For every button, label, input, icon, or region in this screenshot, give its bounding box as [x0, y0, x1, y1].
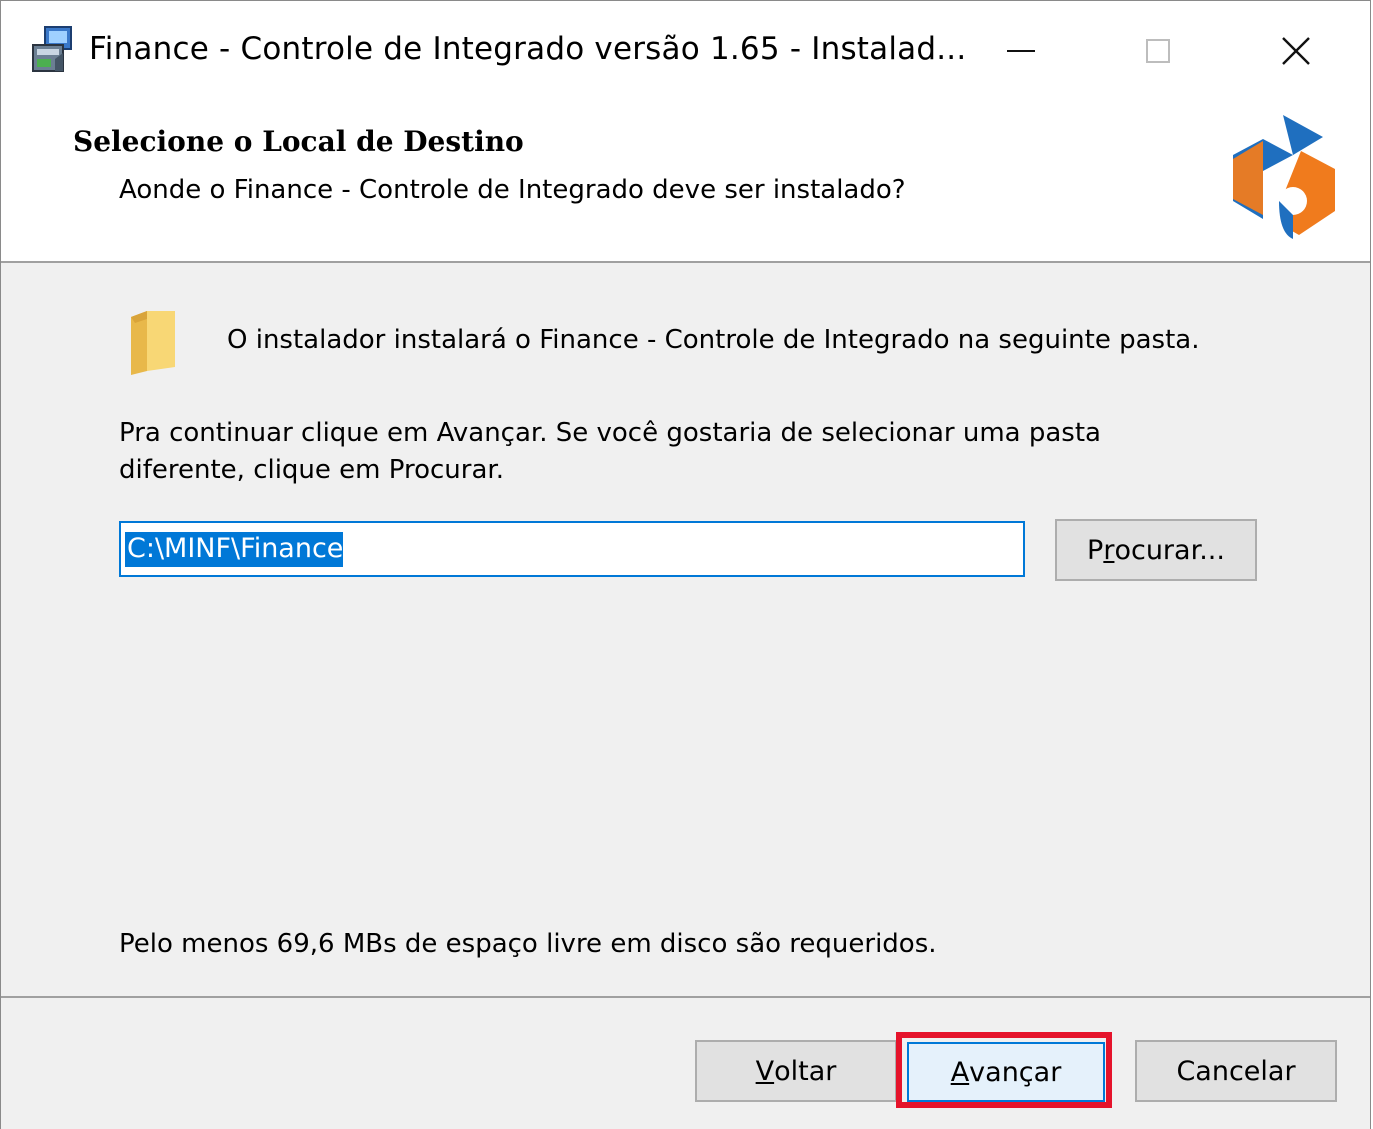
next-button-highlight	[896, 1032, 1112, 1108]
cancel-button[interactable]: Cancelar	[1135, 1040, 1337, 1102]
browse-label-accel: r	[1103, 534, 1115, 566]
wizard-header: Selecione o Local de Destino Aonde o Fin…	[1, 101, 1370, 263]
window-title: Finance - Controle de Integrado versão 1…	[89, 31, 967, 67]
browse-label-post: ocurar...	[1114, 534, 1225, 566]
back-label: oltar	[774, 1055, 837, 1087]
instruction-text: Pra continuar clique em Avançar. Se você…	[119, 418, 1101, 485]
minimize-icon	[1007, 50, 1035, 52]
title-bar[interactable]: Finance - Controle de Integrado versão 1…	[1, 1, 1370, 101]
browse-button[interactable]: Pr ocurar...	[1055, 519, 1257, 581]
back-label-accel: V	[755, 1055, 775, 1087]
maximize-icon	[1146, 39, 1170, 63]
installer-window: Finance - Controle de Integrado versão 1…	[0, 0, 1371, 1129]
close-icon	[1282, 37, 1310, 65]
page-title: Selecione o Local de Destino	[73, 125, 524, 158]
intro-text: O instalador instalará o Finance - Contr…	[227, 325, 1200, 355]
disk-space-text: Pelo menos 69,6 MBs de espaço livre em d…	[119, 929, 937, 959]
installer-icon	[32, 26, 72, 72]
back-button[interactable]: Voltar	[695, 1040, 897, 1102]
close-button[interactable]	[1261, 19, 1331, 83]
browse-label-pre: P	[1087, 534, 1104, 566]
page-subtitle: Aonde o Finance - Controle de Integrado …	[119, 175, 906, 205]
brand-logo	[1233, 115, 1335, 239]
folder-icon	[131, 311, 175, 375]
install-path-value: C:\MINF\Finance	[125, 531, 344, 567]
wizard-body: O instalador instalará o Finance - Contr…	[1, 263, 1370, 996]
maximize-button[interactable]	[1123, 19, 1193, 83]
minimize-button[interactable]	[986, 19, 1056, 83]
wizard-footer: Voltar Avançar Cancelar	[1, 996, 1370, 1129]
install-path-input[interactable]: C:\MINF\Finance	[119, 521, 1025, 577]
